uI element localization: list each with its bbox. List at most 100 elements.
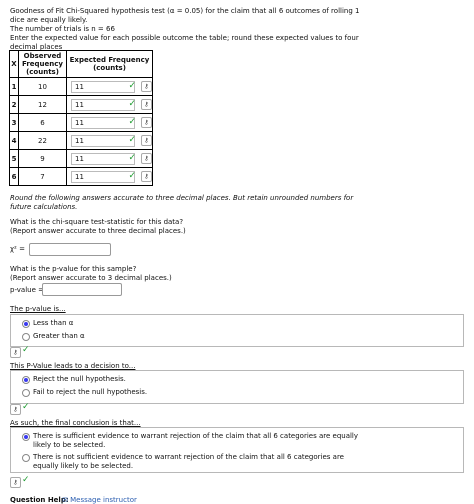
chi-question-line-1: What is the chi-square test-statistic fo… [10, 218, 184, 226]
key-icon[interactable]: ⚷ [141, 153, 152, 164]
round-note-line-1: Round the following answers accurate to … [10, 194, 354, 202]
cell-x: 6 [9, 167, 19, 186]
radio-sufficient-evidence[interactable] [22, 433, 30, 441]
table-row: 4 22 11 ✓ ⚷ [9, 131, 153, 150]
header-expected: Expected Frequency (counts) [66, 50, 153, 78]
key-icon[interactable]: ⚷ [10, 404, 21, 415]
check-icon: ✓ [128, 134, 136, 145]
conclusion-label: As such, the final conclusion is that... [10, 419, 141, 427]
cell-observed: 6 [18, 113, 67, 132]
option-reject-null[interactable]: Reject the null hypothesis. [22, 375, 126, 384]
question-line-3: The number of trials is n = 66 [10, 25, 115, 33]
header-observed: Observed Frequency (counts) [18, 50, 67, 78]
chi-label: χ² = [10, 245, 25, 253]
check-icon: ✓ [128, 116, 136, 127]
table-row: 2 12 11 ✓ ⚷ [9, 95, 153, 114]
check-icon: ✓ [22, 475, 30, 485]
cell-x: 3 [9, 113, 19, 132]
option-sufficient-evidence-line-2: likely to be selected. [33, 441, 106, 449]
option-not-sufficient-evidence-line-1: There is not sufficient evidence to warr… [33, 453, 344, 461]
round-note-line-2: future calculations. [10, 203, 78, 211]
radio-reject-null[interactable] [22, 376, 30, 384]
option-less-than-alpha[interactable]: Less than α [22, 319, 73, 328]
message-instructor-link[interactable]: ✉ Message instructor [62, 496, 137, 504]
option-greater-than-alpha-label: Greater than α [33, 332, 85, 340]
pvalue-label: p-value = [10, 286, 44, 294]
cell-observed: 9 [18, 149, 67, 168]
radio-less-than-alpha[interactable] [22, 320, 30, 328]
pvalue-question-line-2: (Report answer accurate to 3 decimal pla… [10, 274, 172, 282]
option-sufficient-evidence-line-1: There is sufficient evidence to warrant … [33, 432, 359, 440]
expected-value: 11 [75, 136, 84, 145]
decision-label: This P-Value leads to a decision to... [10, 362, 136, 370]
key-icon[interactable]: ⚷ [141, 135, 152, 146]
radio-not-sufficient-evidence[interactable] [22, 454, 30, 462]
radio-fail-to-reject[interactable] [22, 389, 30, 397]
key-icon[interactable]: ⚷ [141, 171, 152, 182]
table-row: 3 6 11 ✓ ⚷ [9, 113, 153, 132]
radio-greater-than-alpha[interactable] [22, 333, 30, 341]
mail-icon: ✉ [62, 496, 68, 504]
cell-x: 2 [9, 95, 19, 114]
cell-expected: 11 ✓ ⚷ [66, 149, 153, 168]
cell-x: 4 [9, 131, 19, 150]
table-row: 5 9 11 ✓ ⚷ [9, 149, 153, 168]
option-greater-than-alpha[interactable]: Greater than α [22, 332, 85, 341]
cell-observed: 22 [18, 131, 67, 150]
check-icon: ✓ [128, 152, 136, 163]
cell-expected: 11 ✓ ⚷ [66, 131, 153, 150]
key-icon[interactable]: ⚷ [141, 81, 152, 92]
option-reject-null-label: Reject the null hypothesis. [33, 375, 126, 383]
key-icon[interactable]: ⚷ [10, 477, 21, 488]
table-row: 1 10 11 ✓ ⚷ [9, 77, 153, 96]
question-line-2: dice are equally likely. [10, 16, 88, 24]
pvalue-comparison-label: The p-value is... [10, 305, 66, 313]
cell-x: 5 [9, 149, 19, 168]
option-fail-to-reject-label: Fail to reject the null hypothesis. [33, 388, 148, 396]
option-fail-to-reject[interactable]: Fail to reject the null hypothesis. [22, 388, 147, 397]
cell-observed: 7 [18, 167, 67, 186]
expected-value: 11 [75, 100, 84, 109]
table-row: 6 7 11 ✓ ⚷ [9, 167, 153, 186]
check-icon: ✓ [22, 402, 30, 412]
chi-input[interactable] [29, 243, 111, 256]
question-line-1: Goodness of Fit Chi-Squared hypothesis t… [10, 7, 360, 15]
option-sufficient-evidence[interactable]: There is sufficient evidence to warrant … [22, 432, 358, 450]
expected-input[interactable]: 11 ✓ [71, 80, 136, 93]
key-icon[interactable]: ⚷ [141, 117, 152, 128]
question-help-label: Question Help: [10, 496, 69, 504]
pvalue-comparison-options [10, 314, 464, 347]
chi-question-line-2: (Report answer accurate to three decimal… [10, 227, 186, 235]
option-less-than-alpha-label: Less than α [33, 319, 74, 327]
expected-value: 11 [75, 154, 84, 163]
expected-input[interactable]: 11 ✓ [71, 116, 136, 129]
cell-observed: 10 [18, 77, 67, 96]
header-x: X [9, 50, 19, 78]
cell-expected: 11 ✓ ⚷ [66, 77, 153, 96]
frequency-table: X Observed Frequency (counts) Expected F… [9, 50, 153, 186]
expected-input[interactable]: 11 ✓ [71, 170, 136, 183]
pvalue-input[interactable] [42, 283, 122, 296]
expected-value: 11 [75, 82, 84, 91]
message-instructor-label: Message instructor [70, 496, 137, 504]
expected-value: 11 [75, 118, 84, 127]
expected-input[interactable]: 11 ✓ [71, 152, 136, 165]
key-icon[interactable]: ⚷ [10, 347, 21, 358]
cell-observed: 12 [18, 95, 67, 114]
option-not-sufficient-evidence-line-2: equally likely to be selected. [33, 462, 134, 470]
check-icon: ✓ [128, 98, 136, 109]
cell-expected: 11 ✓ ⚷ [66, 113, 153, 132]
check-icon: ✓ [22, 345, 30, 355]
option-not-sufficient-evidence[interactable]: There is not sufficient evidence to warr… [22, 453, 344, 471]
expected-input[interactable]: 11 ✓ [71, 98, 136, 111]
cell-expected: 11 ✓ ⚷ [66, 95, 153, 114]
question-line-4: Enter the expected value for each possib… [10, 34, 359, 42]
cell-x: 1 [9, 77, 19, 96]
cell-expected: 11 ✓ ⚷ [66, 167, 153, 186]
pvalue-question-line-1: What is the p-value for this sample? [10, 265, 137, 273]
expected-input[interactable]: 11 ✓ [71, 134, 136, 147]
expected-value: 11 [75, 172, 84, 181]
key-icon[interactable]: ⚷ [141, 99, 152, 110]
check-icon: ✓ [128, 80, 136, 91]
check-icon: ✓ [128, 170, 136, 181]
